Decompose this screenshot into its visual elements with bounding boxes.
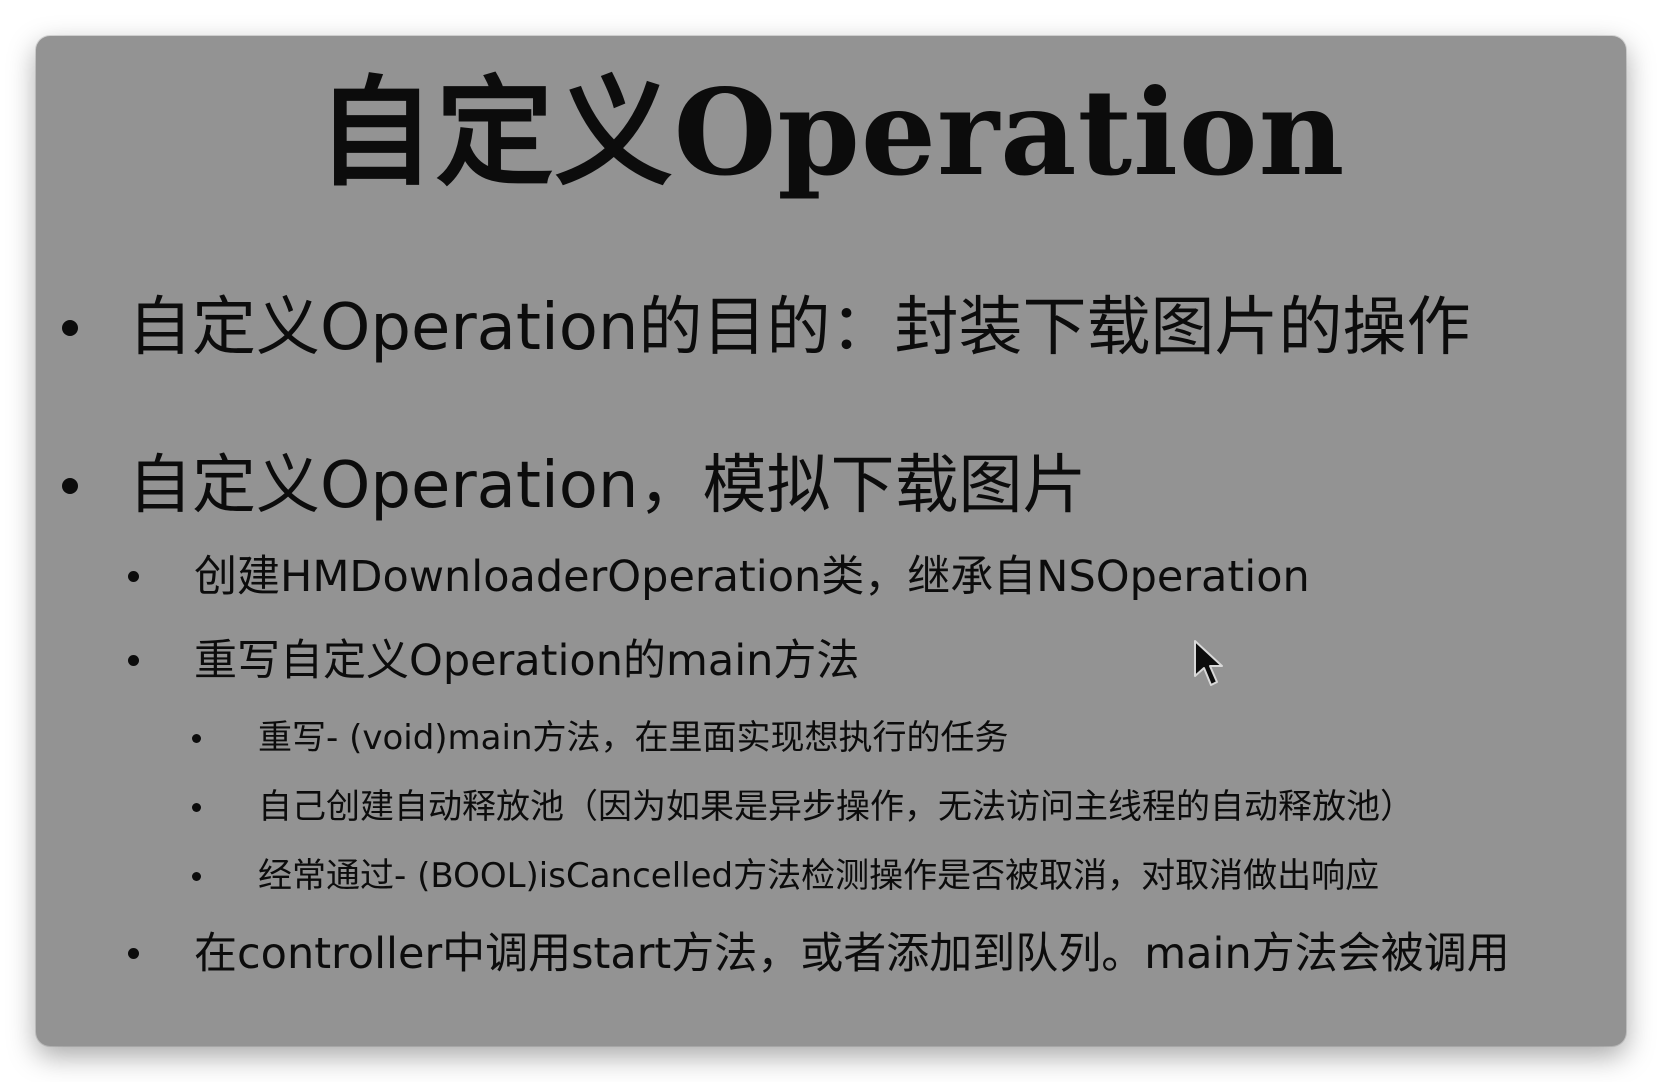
bullet-text: 重写- (void)main方法，在里面实现想执行的任务 xyxy=(258,718,1009,758)
bullet-dot xyxy=(192,803,201,812)
bullet-dot xyxy=(192,734,201,743)
bullet-level-2: 创建HMDownloaderOperation类，继承自NSOperation xyxy=(36,549,1626,605)
slide: 自定义Operation 自定义Operation的目的：封装下载图片的操作 自… xyxy=(36,36,1626,1046)
bullet-text: 创建HMDownloaderOperation类，继承自NSOperation xyxy=(194,552,1310,602)
bullet-dot xyxy=(62,478,78,494)
bullet-text: 自定义Operation，模拟下载图片 xyxy=(128,449,1087,523)
bullet-text: 在controller中调用start方法，或者添加到队列。main方法会被调用 xyxy=(194,929,1510,979)
slide-title: 自定义Operation xyxy=(316,63,1346,202)
bullet-level-3: 重写- (void)main方法，在里面实现想执行的任务 xyxy=(36,715,1626,761)
bullet-level-1: 自定义Operation，模拟下载图片 xyxy=(36,446,1626,526)
bullet-text: 自定义Operation的目的：封装下载图片的操作 xyxy=(128,291,1471,365)
bullet-level-3: 经常通过- (BOOL)isCancelled方法检测操作是否被取消，对取消做出… xyxy=(36,853,1626,899)
bullet-level-3: 自己创建自动释放池（因为如果是异步操作，无法访问主线程的自动释放池） xyxy=(36,784,1626,830)
bullet-dot xyxy=(62,320,78,336)
bullet-text: 重写自定义Operation的main方法 xyxy=(194,636,860,686)
arrow-cursor-icon xyxy=(1194,640,1223,686)
bullet-level-2: 在controller中调用start方法，或者添加到队列。main方法会被调用 xyxy=(36,926,1626,982)
bullet-dot xyxy=(128,571,139,582)
bullet-dot xyxy=(192,872,201,881)
slide-window: 自定义Operation 自定义Operation的目的：封装下载图片的操作 自… xyxy=(36,36,1626,1046)
bullet-text: 自己创建自动释放池（因为如果是异步操作，无法访问主线程的自动释放池） xyxy=(258,787,1414,827)
bullet-level-2: 重写自定义Operation的main方法 xyxy=(36,633,1626,689)
bullet-dot xyxy=(128,655,139,666)
bullet-text: 经常通过- (BOOL)isCancelled方法检测操作是否被取消，对取消做出… xyxy=(258,856,1380,896)
bullet-dot xyxy=(128,948,139,959)
bullet-level-1: 自定义Operation的目的：封装下载图片的操作 xyxy=(36,288,1626,368)
